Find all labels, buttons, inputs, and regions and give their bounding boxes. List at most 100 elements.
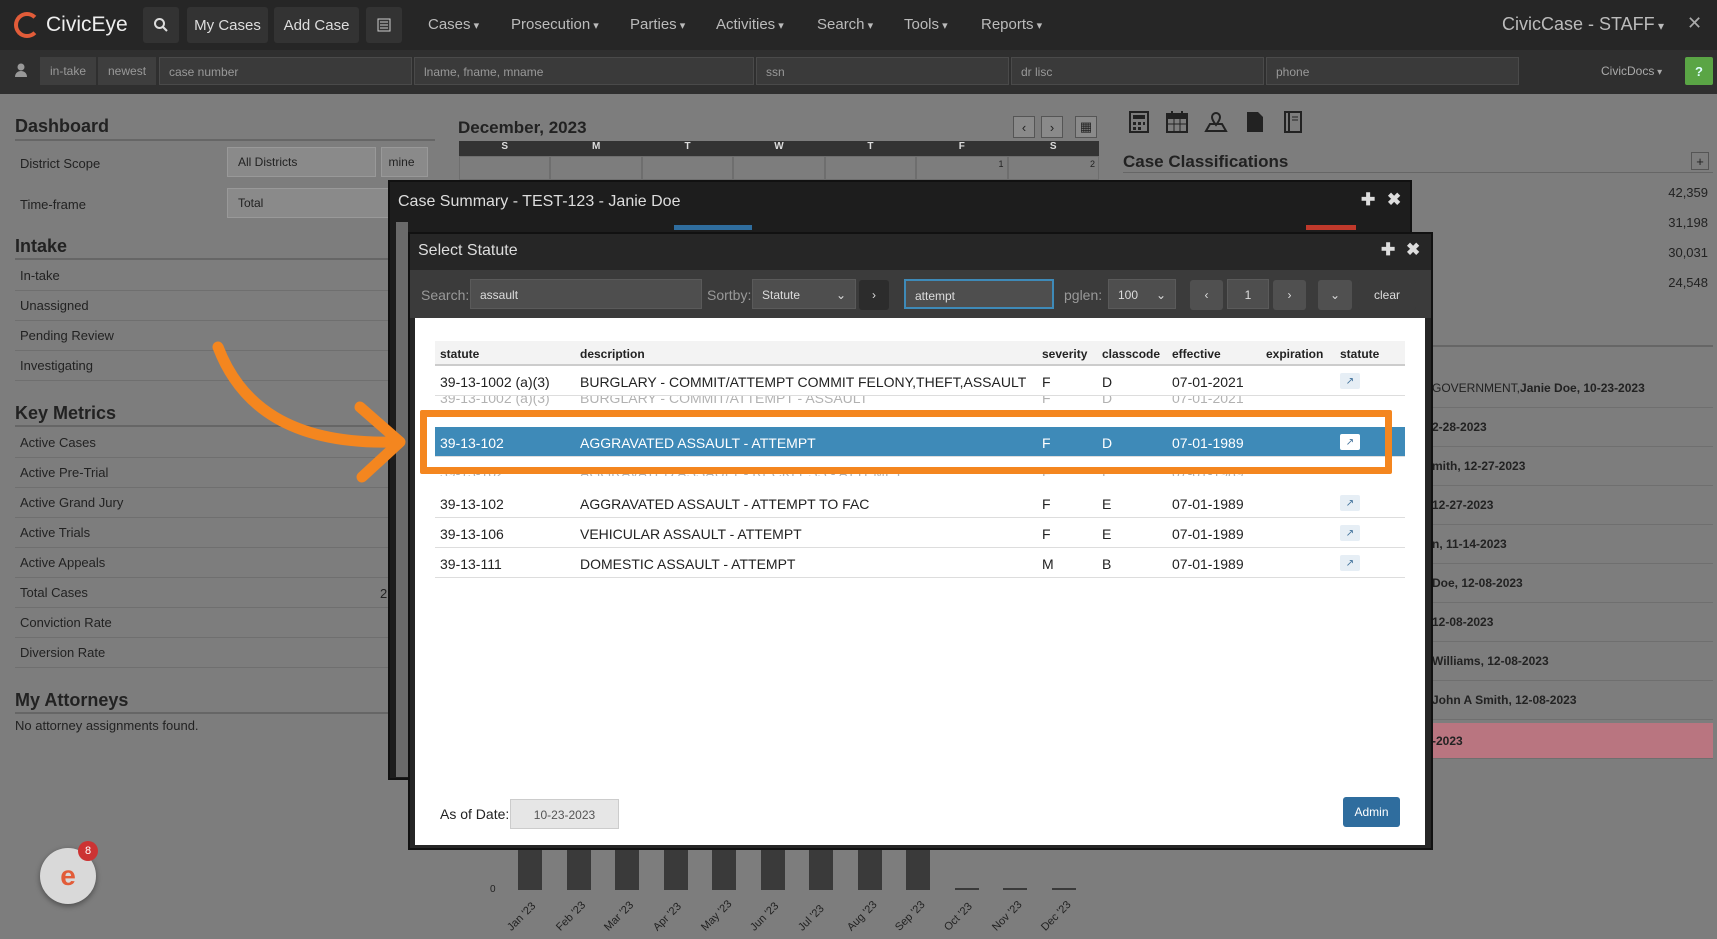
case-number-input[interactable]: case number	[159, 57, 412, 85]
metric-item[interactable]: Active Grand Jury	[15, 488, 395, 518]
chevron-down-icon[interactable]: ⌄	[1318, 280, 1352, 310]
column-header[interactable]: description	[580, 347, 645, 361]
intake-item[interactable]: In-take	[15, 261, 395, 291]
add-case-button[interactable]: Add Case	[274, 7, 359, 43]
menu-cases[interactable]: Cases	[428, 16, 479, 33]
activity-item[interactable]: n, 11-14-2023	[1430, 525, 1713, 564]
calendar-day[interactable]	[550, 156, 642, 180]
search-icon[interactable]	[143, 7, 179, 43]
column-header[interactable]: expiration	[1266, 347, 1323, 361]
document-icon[interactable]	[1244, 111, 1266, 135]
page-number-input[interactable]: 1	[1227, 279, 1269, 309]
activity-item[interactable]: mith, 12-27-2023	[1430, 447, 1713, 486]
metric-item[interactable]: Conviction Rate	[15, 608, 395, 638]
app-context-menu[interactable]: CivicCase - STAFF	[1502, 14, 1664, 35]
activity-item[interactable]: 2-28-2023	[1430, 408, 1713, 447]
statute-filter-input[interactable]: attempt	[904, 279, 1054, 309]
column-header[interactable]: effective	[1172, 347, 1221, 361]
select-arrow-icon[interactable]: ↗	[1340, 373, 1360, 389]
divider	[1430, 345, 1713, 347]
district-scope-select[interactable]: All Districts	[227, 147, 376, 177]
ssn-input[interactable]: ssn	[756, 57, 1009, 85]
case-summary-title: Case Summary - TEST-123 - Janie Doe	[398, 193, 681, 210]
calendar-day[interactable]	[641, 156, 734, 180]
activity-item[interactable]: Williams, 12-08-2023	[1430, 642, 1713, 681]
list-icon[interactable]	[366, 7, 402, 43]
divider	[15, 258, 395, 260]
my-cases-button[interactable]: My Cases	[187, 7, 268, 43]
activity-item[interactable]: GOVERNMENT, Janie Doe, 10-23-2023	[1430, 369, 1713, 408]
statute-search-input[interactable]: assault	[470, 279, 702, 309]
next-page-icon[interactable]: ›	[1273, 280, 1306, 310]
sort-go-icon[interactable]: ›	[859, 280, 889, 310]
metric-item[interactable]: Active Appeals	[15, 548, 395, 578]
dr-lisc-input[interactable]: dr lisc	[1011, 57, 1264, 85]
civicdocs-menu[interactable]: CivicDocs	[1601, 64, 1662, 78]
clear-button[interactable]: clear	[1358, 280, 1416, 310]
calendar-day[interactable]: 1	[916, 156, 1008, 180]
activity-item[interactable]: John A Smith, 12-08-2023	[1430, 681, 1713, 720]
mine-toggle[interactable]: mine	[381, 147, 428, 177]
name-input[interactable]: lname, fname, mname	[414, 57, 754, 85]
metric-item[interactable]: Total Cases	[15, 578, 395, 608]
as-of-date-input[interactable]: 10-23-2023	[510, 799, 619, 829]
calculator-icon[interactable]	[1128, 111, 1150, 135]
menu-parties[interactable]: Parties	[630, 16, 685, 33]
activity-item[interactable]: 12-08-2023	[1430, 603, 1713, 642]
prev-page-icon[interactable]: ‹	[1190, 280, 1223, 310]
close-icon[interactable]: ✖	[1406, 240, 1420, 260]
menu-tools[interactable]: Tools	[904, 16, 948, 33]
newest-filter[interactable]: newest	[98, 57, 157, 85]
select-arrow-icon[interactable]: ↗	[1340, 495, 1360, 511]
table-row[interactable]: 39-13-1002 (a)(3) BURGLARY - COMMIT/ATTE…	[435, 366, 1405, 396]
table-row[interactable]: 39-13-111 DOMESTIC ASSAULT - ATTEMPT M B…	[435, 548, 1405, 578]
weekday: M	[591, 141, 601, 152]
map-icon[interactable]	[1204, 111, 1228, 135]
expand-icon[interactable]: ✚	[1361, 190, 1375, 210]
metric-item[interactable]: Diversion Rate	[15, 638, 395, 668]
x-tick-label: Aug '23	[844, 898, 880, 934]
page-length-select[interactable]: 100 ⌄	[1108, 279, 1176, 309]
help-button[interactable]: ?	[1685, 57, 1713, 85]
activity-item[interactable]: 12-27-2023	[1430, 486, 1713, 525]
metric-item[interactable]: Active Trials	[15, 518, 395, 548]
timeframe-select[interactable]: Total	[227, 188, 397, 218]
close-icon[interactable]: ✕	[1687, 13, 1702, 34]
calendar-day[interactable]: 2	[1007, 156, 1099, 180]
add-classification-button[interactable]: +	[1691, 152, 1709, 170]
activity-item[interactable]: Doe, 12-08-2023	[1430, 564, 1713, 603]
column-header[interactable]: classcode	[1102, 347, 1160, 361]
next-month-button[interactable]: ›	[1041, 116, 1063, 138]
phone-input[interactable]: phone	[1266, 57, 1519, 85]
close-icon[interactable]: ✖	[1387, 190, 1401, 210]
menu-prosecution[interactable]: Prosecution	[511, 16, 599, 33]
column-header[interactable]: statute	[440, 347, 479, 361]
expand-icon[interactable]: ✚	[1381, 240, 1395, 260]
civiceye-logo[interactable]: CivicEye	[14, 10, 128, 40]
column-header[interactable]: statute	[1340, 347, 1379, 361]
intake-item[interactable]: Unassigned	[15, 291, 395, 321]
x-tick-label: Apr '23	[650, 900, 684, 934]
menu-reports[interactable]: Reports	[981, 16, 1042, 33]
activity-item-overdue[interactable]: -2023	[1430, 723, 1713, 759]
sortby-select[interactable]: Statute ⌄	[752, 279, 856, 309]
book-icon[interactable]	[1282, 111, 1304, 135]
column-header[interactable]: severity	[1042, 347, 1087, 361]
menu-search[interactable]: Search	[817, 16, 873, 33]
calendar-icon[interactable]: ▦	[1075, 116, 1097, 138]
select-arrow-icon[interactable]: ↗	[1340, 555, 1360, 571]
in-take-filter[interactable]: in-take	[40, 57, 97, 85]
select-arrow-icon[interactable]: ↗	[1340, 525, 1360, 541]
menu-activities[interactable]: Activities	[716, 16, 784, 33]
calendar-grid-icon[interactable]	[1166, 111, 1188, 135]
table-row[interactable]: 39-13-102 AGGRAVATED ASSAULT - ATTEMPT T…	[435, 488, 1405, 518]
admin-button[interactable]: Admin	[1343, 797, 1400, 827]
dashboard-title: Dashboard	[15, 116, 110, 136]
calendar-day[interactable]	[733, 156, 825, 180]
prev-month-button[interactable]: ‹	[1013, 116, 1035, 138]
calendar-day[interactable]	[824, 156, 917, 180]
classification-count: 42,359	[1668, 185, 1708, 200]
divider	[15, 139, 435, 141]
table-row[interactable]: 39-13-106 VEHICULAR ASSAULT - ATTEMPT F …	[435, 518, 1405, 548]
calendar-day[interactable]	[459, 156, 551, 180]
